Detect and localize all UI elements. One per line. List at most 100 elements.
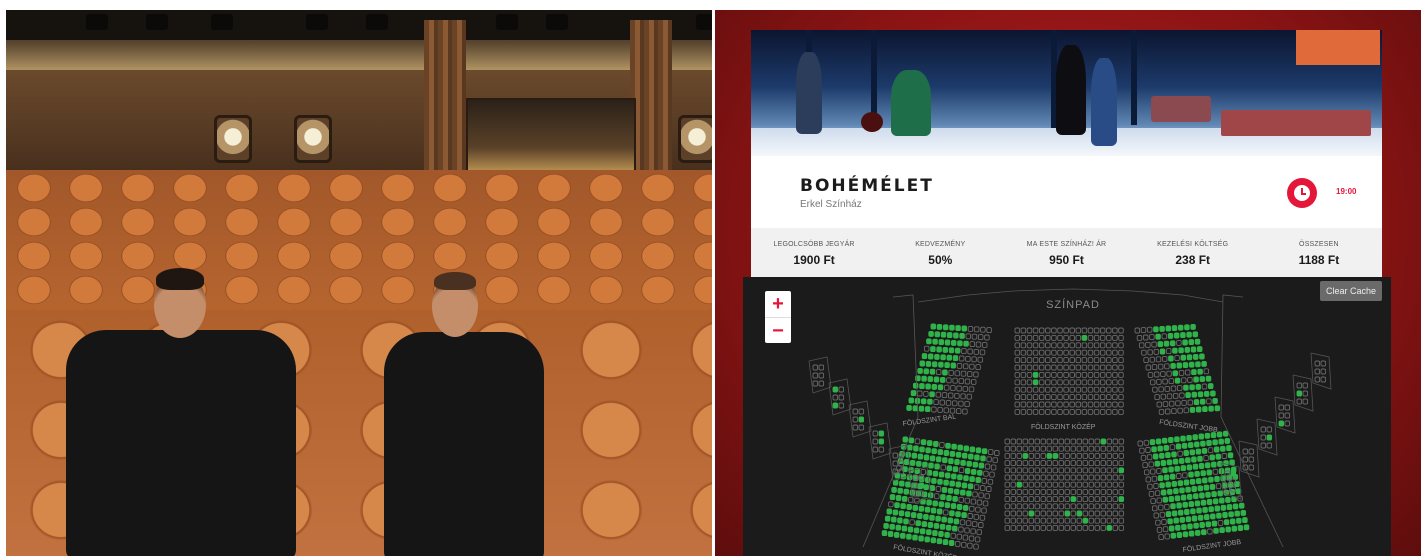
seat-available[interactable] [960,489,966,496]
seat-available[interactable] [1186,493,1193,500]
seat-available[interactable] [1206,440,1212,446]
seat-available[interactable] [959,332,965,339]
seat-available[interactable] [1082,517,1089,524]
seat-available[interactable] [1159,348,1166,355]
seat-available[interactable] [980,455,986,462]
zoom-out-button[interactable]: − [765,317,791,343]
seat-available[interactable] [1201,447,1208,454]
seat-available[interactable] [1226,445,1232,452]
seat-available[interactable] [906,404,912,411]
seat-available[interactable] [912,405,919,412]
seat-available[interactable] [949,324,955,331]
seat-available[interactable] [1163,474,1170,481]
seat-available[interactable] [1180,354,1187,361]
seat-available[interactable] [938,531,944,537]
seat-available[interactable] [1189,449,1196,456]
seat-available[interactable] [1229,518,1236,525]
seat-available[interactable] [969,476,975,483]
seat-available[interactable] [912,382,919,389]
seat-available[interactable] [956,504,963,510]
seat-available[interactable] [1197,368,1203,375]
seat-available[interactable] [895,495,902,501]
seat-available[interactable] [1226,504,1233,511]
seat-available[interactable] [1118,496,1125,503]
seat-available[interactable] [903,518,909,525]
seat-available[interactable] [1167,332,1174,339]
seat-available[interactable] [1197,455,1203,462]
seat-available[interactable] [1198,463,1205,469]
seat-available[interactable] [926,529,932,536]
seat-available[interactable] [1180,465,1187,472]
seat-available[interactable] [1194,441,1200,448]
seat-available[interactable] [952,525,958,532]
seat-available[interactable] [950,503,957,510]
seat-available[interactable] [931,383,938,390]
seat-available[interactable] [938,361,944,368]
seat-available[interactable] [981,448,988,455]
seat-available[interactable] [897,517,903,524]
seat-available[interactable] [964,468,971,474]
seat-available[interactable] [1178,347,1184,354]
seat-available[interactable] [889,523,895,530]
seat-available[interactable] [942,539,949,546]
seat-available[interactable] [1204,462,1211,469]
seat-available[interactable] [960,459,966,466]
seat-available[interactable] [927,353,934,360]
seat-available[interactable] [935,515,941,522]
seat-available[interactable] [887,531,894,537]
seat-available[interactable] [1213,446,1220,453]
seat-available[interactable] [975,477,981,483]
seat-available[interactable] [892,509,899,516]
seat-available[interactable] [923,454,930,461]
seat-available[interactable] [1076,510,1083,517]
seat-available[interactable] [1064,510,1071,517]
seat-available[interactable] [1203,514,1210,521]
seat-available[interactable] [929,485,936,492]
seat-available[interactable] [1192,331,1199,338]
seat-available[interactable] [900,532,906,539]
seat-available[interactable] [975,447,982,454]
seat-available[interactable] [972,461,979,468]
seat-available[interactable] [1224,437,1231,444]
seat-available[interactable] [930,537,937,544]
seat-available[interactable] [962,504,969,511]
seat-available[interactable] [940,494,946,501]
seat-available[interactable] [1199,522,1205,528]
seat-available[interactable] [907,526,914,533]
seat-available[interactable] [913,527,920,534]
seat-available[interactable] [1185,457,1191,464]
seat-available[interactable] [1173,332,1180,339]
seat-available[interactable] [1192,434,1198,441]
seat-available[interactable] [961,452,968,459]
seat-available[interactable] [918,482,925,489]
seat-available[interactable] [1184,346,1191,353]
seat-available[interactable] [938,339,945,346]
seat-available[interactable] [944,339,951,346]
seat-available[interactable] [928,330,934,337]
seat-available[interactable] [930,507,937,514]
seat-available[interactable] [1191,486,1197,492]
seat-available[interactable] [1176,532,1183,538]
seat-available[interactable] [936,346,942,353]
seat-available[interactable] [924,506,931,513]
seat-available[interactable] [1152,453,1159,460]
seat-available[interactable] [942,457,948,464]
seat-available[interactable] [1189,384,1195,391]
seat-available[interactable] [1212,397,1218,404]
seat-available[interactable] [893,531,900,538]
seat-available[interactable] [932,530,938,537]
seat-available[interactable] [1223,519,1230,526]
seat-available[interactable] [1180,494,1187,501]
seat-available[interactable] [945,524,952,531]
seat-available[interactable] [1225,526,1231,533]
seat-available[interactable] [925,477,931,483]
seat-available[interactable] [1179,487,1185,494]
seat-available[interactable] [1157,475,1164,482]
seat-available[interactable] [942,346,949,353]
seat-available[interactable] [889,494,896,501]
seat-available[interactable] [903,459,910,465]
seat-available[interactable] [1186,331,1192,338]
seat-available[interactable] [943,479,949,486]
seat-available[interactable] [1190,323,1196,330]
seat-available[interactable] [926,440,933,447]
